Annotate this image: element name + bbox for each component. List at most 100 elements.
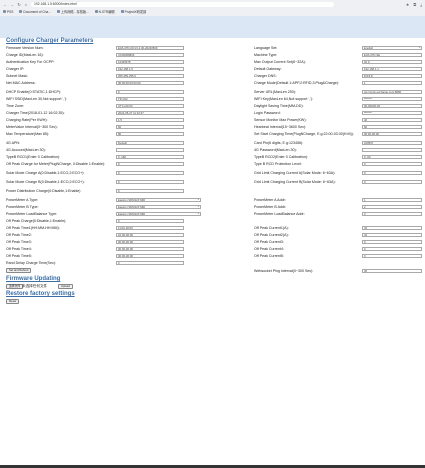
field-label: Off Peak Time3: <box>6 240 32 244</box>
text-field[interactable]: 0 -90 <box>362 155 422 159</box>
select-field[interactable]: Eastron SDM120 MID <box>116 205 201 209</box>
text-field[interactable]: 0 <box>116 261 184 265</box>
text-field[interactable]: 32.0 <box>362 60 422 64</box>
field-label: Sensor Monitor Max Power(KW): <box>254 118 307 122</box>
text-field[interactable]: UK00058803 <box>116 53 184 57</box>
text-field[interactable] <box>362 148 422 152</box>
text-field[interactable]: 32 <box>362 233 422 237</box>
star-icon[interactable]: ★ <box>406 2 410 7</box>
text-field[interactable]: TP-C02 <box>116 97 184 101</box>
text-field[interactable]: 00-00&00-00 <box>362 104 422 108</box>
field-label: WIFI SSID(MaxLen 30,Not support ','): <box>6 97 68 101</box>
back-icon[interactable]: ← <box>3 2 7 7</box>
text-field[interactable]: 0 <box>362 180 422 184</box>
text-field[interactable]: 80 <box>116 132 184 136</box>
text-field[interactable]: 0 <box>362 247 422 251</box>
field-label: Type B RCD Protection Level: <box>254 162 302 166</box>
field-label: Off Peak Current1(A): <box>254 226 289 230</box>
field-label: Grid Limit Charging Current B(Solar Mode… <box>254 180 336 184</box>
field-label: PowerMeter B Type: <box>6 205 39 209</box>
text-field[interactable]: 00:00-00:00 <box>116 254 184 258</box>
text-field[interactable]: 00:00-00:00 <box>116 240 184 244</box>
select-field[interactable]: Eastron SDM120 MID <box>116 198 201 202</box>
text-field[interactable]: ******* <box>362 111 422 115</box>
download-icon[interactable]: ⤓ <box>420 2 422 7</box>
websocket-ping-input[interactable]: 30 <box>362 269 422 273</box>
bookmark[interactable]: Document of Cha... <box>19 10 51 14</box>
field-label: Power Distribution Charge(0:Disable,1:En… <box>6 189 81 193</box>
set-reboot-button[interactable]: Set and Reboot <box>6 268 32 273</box>
text-field[interactable]: 0 <box>362 254 422 258</box>
text-field[interactable]: 0 <box>116 189 184 193</box>
field-label: PowerMeter A Addr: <box>254 198 286 202</box>
bookmark-icon <box>19 10 23 13</box>
text-field[interactable]: 3 <box>362 212 422 216</box>
field-label: Solar Mode Charge B(0:Disable,1:ECO,2:EC… <box>6 180 85 184</box>
text-field[interactable]: 60 <box>116 125 184 129</box>
text-field[interactable]: 192.168.1.1 <box>362 67 422 71</box>
reset-button[interactable]: Reset <box>6 299 20 304</box>
text-field[interactable]: ws://ocpp.evcharge.com:8080 <box>362 90 422 94</box>
text-field[interactable]: 1 <box>362 81 422 85</box>
text-field[interactable]: 0 <box>116 171 184 175</box>
home-icon[interactable]: ⌂ <box>24 2 28 7</box>
text-field[interactable]: 2024-05-27 11:10:37 <box>116 111 184 115</box>
text-field[interactable]: 0 <box>116 180 184 184</box>
choose-file-button[interactable]: 选择文件 <box>6 284 24 289</box>
upload-button[interactable]: Upload <box>58 284 73 289</box>
text-field[interactable]: 11:00-18:00 <box>116 226 184 230</box>
field-label: Rand Delay Charge Time(Sec): <box>6 261 56 265</box>
firmware-heading: Firmware Updating <box>6 276 61 282</box>
text-field[interactable]: EVA-07D-SE <box>362 53 422 57</box>
text-field[interactable]: 60 <box>362 125 422 129</box>
text-field[interactable]: 22:00-06:00 <box>116 233 184 237</box>
text-field[interactable]: 1.5 <box>116 118 184 122</box>
text-field[interactable]: 0 <box>116 219 184 223</box>
text-field[interactable]: 3 <box>362 162 422 166</box>
field-label: Charging Rate(Per KWH): <box>6 118 48 122</box>
text-field[interactable]: 192.168.1.5 <box>116 67 184 71</box>
reload-icon[interactable]: ↻ <box>17 2 21 7</box>
text-field[interactable]: 240507 <box>362 141 422 145</box>
text-field[interactable]: 40 <box>362 118 422 122</box>
text-field[interactable]: 2 <box>362 205 422 209</box>
field-label: TypeB RCD2(Enter 0 Calibration): <box>254 155 309 159</box>
bookmark[interactable]: ProjectX研发部 <box>120 9 146 14</box>
extensions-icon[interactable]: ⧉ <box>413 2 416 7</box>
text-field[interactable]: 0 <box>362 240 422 244</box>
text-field[interactable]: 1 <box>362 198 422 202</box>
field-label: Max Output Current Set(6~32A): <box>254 60 306 64</box>
forward-icon[interactable]: → <box>10 2 14 7</box>
bookmark[interactable]: PSS <box>3 10 13 14</box>
text-field[interactable]: 00:00-00:00 <box>362 132 422 136</box>
text-field[interactable]: 0 <box>362 171 422 175</box>
field-label: Solar Mode Charge A(0:Disable,1:ECO,2:EC… <box>6 171 85 175</box>
text-field[interactable]: 0 -160 <box>116 155 184 159</box>
field-label: WIFI Key(MaxLen 64,Not support ','): <box>254 97 313 101</box>
text-field[interactable]: 0 <box>116 162 184 166</box>
bookmark[interactable]: 上传网络 - 存档版... <box>56 9 89 14</box>
address-bar[interactable]: 192.168.1.5:8000/index.html <box>31 1 334 7</box>
text-field[interactable]: 32 <box>362 226 422 230</box>
text-field[interactable]: 255.255.255.0 <box>116 74 184 78</box>
field-label: Off Peak Current3: <box>254 240 284 244</box>
text-field[interactable]: Default <box>116 141 184 145</box>
select-field[interactable]: English <box>362 46 422 50</box>
field-label: Charge Mode(Default 1:APP,2:RFID,3:Plug&… <box>254 81 340 85</box>
text-field[interactable]: 8.8.8.8 <box>362 74 422 78</box>
text-field[interactable] <box>116 148 184 152</box>
text-field[interactable]: 0 <box>116 90 184 94</box>
text-field[interactable]: UTC+00:00 <box>116 104 184 108</box>
bookmarks-bar: PSS Document of Cha... 上传网络 - 存档版... N.S… <box>0 8 425 15</box>
field-label: Default Gateway: <box>254 67 282 71</box>
text-field[interactable]: 00:00-00:00 <box>116 247 184 251</box>
select-field[interactable]: Eastron SDM120 MID <box>116 212 201 216</box>
text-field[interactable]: EVA-07D-00-V3.2.30-20240509 <box>116 46 184 50</box>
text-field[interactable]: 12345678 <box>116 60 184 64</box>
field-label: Firmware Version Num: <box>6 46 44 50</box>
text-field[interactable]: ******* <box>362 97 422 101</box>
text-field[interactable]: 00:00:00:00:00:00 <box>116 81 184 85</box>
toolbar-actions: ★ ⧉ ⤓ <box>406 2 425 7</box>
bookmark[interactable]: N.STR编辑 <box>94 9 115 14</box>
field-label: Net MAC Address: <box>6 81 36 85</box>
